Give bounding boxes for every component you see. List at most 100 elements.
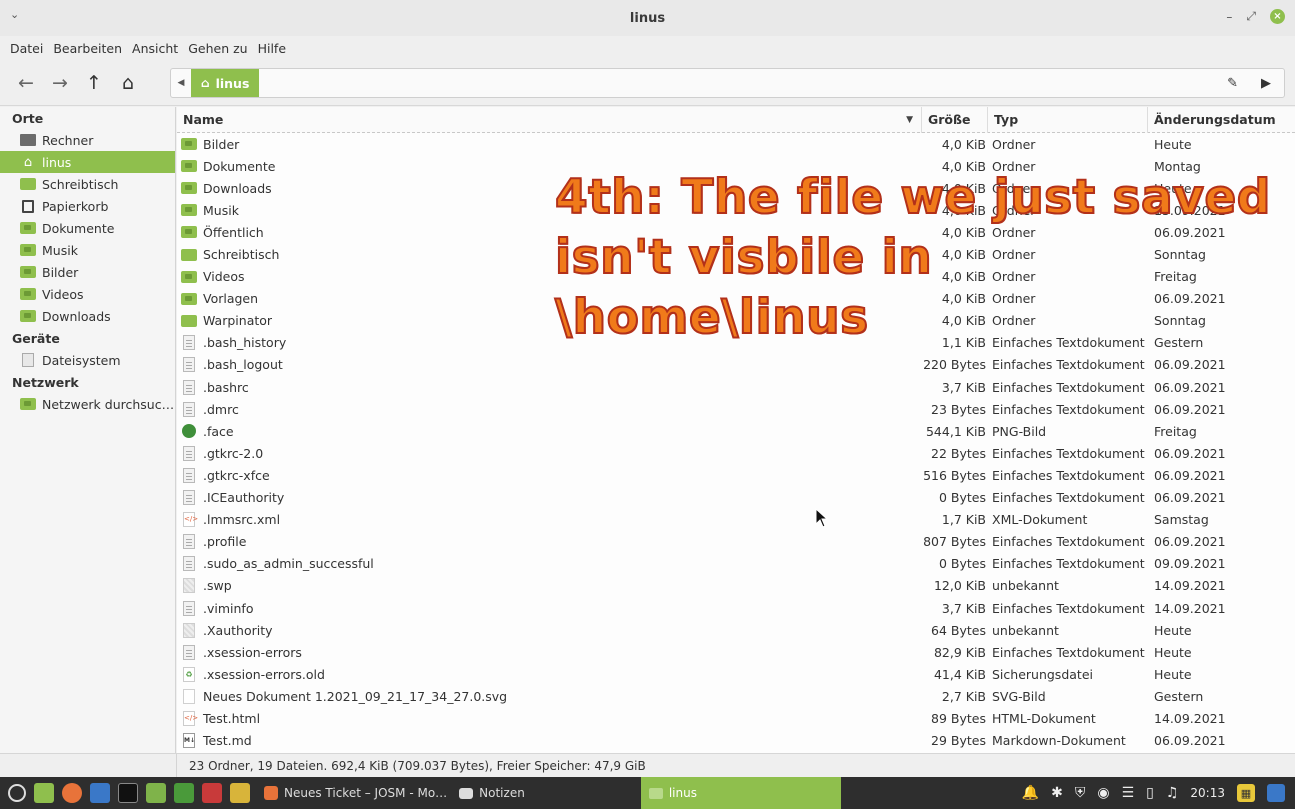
table-row[interactable]: .xsession-errors 82,9 KiB Einfaches Textdo…	[177, 641, 1295, 663]
table-row[interactable]: Neues Dokument 1.2021_09_21_17_34_27.0.s…	[177, 685, 1295, 707]
table-row[interactable]: Vorlagen 4,0 KiB Ordner 06.09.2021	[177, 288, 1295, 310]
svg-file-icon	[183, 688, 195, 704]
table-row[interactable]: .bash_logout 220 Bytes Einfaches Textdokum…	[177, 354, 1295, 376]
table-row[interactable]: </> Test.html 89 Bytes HTML-Dokument 14.09.2…	[177, 707, 1295, 729]
forward-button[interactable]: →	[46, 69, 74, 97]
menu-bearbeiten[interactable]: Bearbeiten	[53, 41, 122, 56]
window-menu-button[interactable]: ⌄	[10, 8, 19, 21]
path-scroll-right-button[interactable]: ▶	[1256, 76, 1276, 91]
sidebar-item-dateisystem[interactable]: Dateisystem	[0, 349, 175, 371]
table-row[interactable]: Dokumente 4,0 KiB Ordner Montag	[177, 155, 1295, 177]
sidebar-item-netzwerk[interactable]: Netzwerk durchsuc…	[0, 393, 175, 415]
path-scroll-left-button[interactable]: ◀	[171, 78, 191, 88]
file-date: 15.09.2021	[1154, 202, 1226, 218]
mail-icon[interactable]	[90, 783, 110, 803]
back-button[interactable]: ←	[12, 69, 40, 97]
table-row[interactable]: .swp 12,0 KiB unbekannt 14.09.2021	[177, 575, 1295, 597]
menu-datei[interactable]: Datei	[10, 41, 43, 56]
menu-hilfe[interactable]: Hilfe	[258, 41, 286, 56]
sidebar-item-linus[interactable]: ⌂ linus	[0, 151, 175, 173]
menu-gehen-zu[interactable]: Gehen zu	[188, 41, 247, 56]
table-row[interactable]: .sudo_as_admin_successful 0 Bytes Einfache…	[177, 553, 1295, 575]
sidebar-item-downloads[interactable]: Downloads	[0, 305, 175, 327]
table-row[interactable]: Videos 4,0 KiB Ordner Freitag	[177, 266, 1295, 288]
sidebar: Orte Rechner ⌂ linus Schreibtisch Papier…	[0, 107, 176, 753]
task-notizen[interactable]: Notizen	[453, 777, 531, 809]
table-row[interactable]: .gtkrc-2.0 22 Bytes Einfaches Textdokument…	[177, 442, 1295, 464]
file-name: .bash_logout	[203, 357, 283, 373]
app-icon[interactable]	[230, 783, 250, 803]
bluetooth-icon[interactable]: ✱	[1051, 785, 1063, 801]
show-desktop-icon[interactable]	[34, 783, 54, 803]
column-header-size[interactable]: Größe	[922, 106, 988, 133]
column-header-date[interactable]: Änderungsdatum	[1148, 107, 1295, 133]
table-row[interactable]: Öffentlich 4,0 KiB Ordner 06.09.2021	[177, 221, 1295, 243]
start-menu-icon[interactable]	[8, 784, 26, 802]
breadcrumb-linus[interactable]: ⌂ linus	[191, 69, 260, 97]
file-date: Freitag	[1154, 269, 1197, 285]
minimize-button[interactable]: –	[1226, 10, 1232, 24]
battery-icon[interactable]: ▯	[1146, 785, 1154, 801]
table-row[interactable]: ♻ .xsession-errors.old 41,4 KiB Sicherungsd…	[177, 663, 1295, 685]
table-row[interactable]: .profile 807 Bytes Einfaches Textdokument 0…	[177, 531, 1295, 553]
shield-icon[interactable]: ⛨	[1075, 785, 1086, 801]
table-row[interactable]: .bash_history 1,1 KiB Einfaches Textdokume…	[177, 332, 1295, 354]
table-row[interactable]: .bashrc 3,7 KiB Einfaches Textdokument 06.0…	[177, 376, 1295, 398]
table-row[interactable]: .ICEauthority 0 Bytes Einfaches Textdokume…	[177, 487, 1295, 509]
up-button[interactable]: ↑	[80, 69, 108, 97]
file-name-cell: Neues Dokument 1.2021_09_21_17_34_27.0.s…	[177, 688, 922, 704]
file-name: .face	[203, 423, 234, 439]
folder-icon	[181, 248, 197, 261]
sidebar-item-bilder[interactable]: Bilder	[0, 261, 175, 283]
table-row[interactable]: Downloads 4,0 KiB Ordner Heute	[177, 177, 1295, 199]
table-row[interactable]: Bilder 4,0 KiB Ordner Heute	[177, 133, 1295, 155]
sidebar-item-dokumente[interactable]: Dokumente	[0, 217, 175, 239]
sidebar-item-rechner[interactable]: Rechner	[0, 129, 175, 151]
table-row[interactable]: .Xauthority 64 Bytes unbekannt Heute	[177, 619, 1295, 641]
folder-icon	[20, 178, 36, 190]
file-date: 06.09.2021	[1154, 357, 1226, 373]
table-row[interactable]: Warpinator 4,0 KiB Ordner Sonntag	[177, 310, 1295, 332]
task-linus[interactable]: linus	[640, 777, 841, 809]
sidebar-item-schreibtisch[interactable]: Schreibtisch	[0, 173, 175, 195]
clock[interactable]: 20:13	[1190, 786, 1225, 800]
notes-tray-icon[interactable]: ☰	[1122, 785, 1135, 801]
table-row[interactable]: M↓ Test.md 29 Bytes Markdown-Dokument 06.09.…	[177, 730, 1295, 752]
file-name: .sudo_as_admin_successful	[203, 556, 374, 572]
sidebar-item-papierkorb[interactable]: Papierkorb	[0, 195, 175, 217]
notification-bell-icon[interactable]: 🔔	[1022, 785, 1039, 801]
app-icon[interactable]	[174, 783, 194, 803]
screenshot-icon[interactable]	[1267, 784, 1285, 802]
table-row[interactable]: .face 544,1 KiB PNG-Bild Freitag	[177, 420, 1295, 442]
home-icon: ⌂	[23, 154, 33, 170]
app-icon[interactable]	[202, 783, 222, 803]
close-button[interactable]: ×	[1270, 9, 1285, 24]
volume-icon[interactable]: ♫	[1166, 785, 1179, 801]
menu-ansicht[interactable]: Ansicht	[132, 41, 178, 56]
sidebar-item-musik[interactable]: Musik	[0, 239, 175, 261]
calendar-icon[interactable]: ▦	[1237, 784, 1255, 802]
maximize-button[interactable]: ⤢	[1246, 9, 1256, 24]
column-header-name[interactable]: Name ▼	[177, 106, 922, 133]
table-row[interactable]: </> .lmmsrc.xml 1,7 KiB XML-Dokument Samstag	[177, 509, 1295, 531]
firefox-icon[interactable]	[62, 783, 82, 803]
table-row[interactable]: Musik 4,0 KiB Ordner 15.09.2021	[177, 199, 1295, 221]
wifi-icon[interactable]: ◉	[1097, 785, 1109, 801]
task-josm[interactable]: Neues Ticket – JOSM - Mo…	[258, 777, 453, 809]
table-row[interactable]: Schreibtisch 4,0 KiB Ordner Sonntag	[177, 243, 1295, 265]
folder-icon	[181, 292, 197, 305]
file-name: Videos	[203, 269, 245, 285]
table-row[interactable]: .dmrc 23 Bytes Einfaches Textdokument 06.09…	[177, 398, 1295, 420]
file-name: Dokumente	[203, 158, 276, 174]
file-type: Einfaches Textdokument	[992, 644, 1145, 660]
files-icon[interactable]	[146, 783, 166, 803]
file-size: 64 Bytes	[931, 622, 986, 638]
edit-location-button[interactable]: ✎	[1227, 76, 1238, 91]
home-button[interactable]: ⌂	[114, 69, 142, 97]
terminal-icon[interactable]	[118, 783, 138, 803]
file-size: 544,1 KiB	[925, 423, 986, 439]
table-row[interactable]: .viminfo 3,7 KiB Einfaches Textdokument 14.…	[177, 597, 1295, 619]
table-row[interactable]: .gtkrc-xfce 516 Bytes Einfaches Textdokume…	[177, 464, 1295, 486]
sidebar-item-videos[interactable]: Videos	[0, 283, 175, 305]
column-header-type[interactable]: Typ	[988, 106, 1148, 133]
